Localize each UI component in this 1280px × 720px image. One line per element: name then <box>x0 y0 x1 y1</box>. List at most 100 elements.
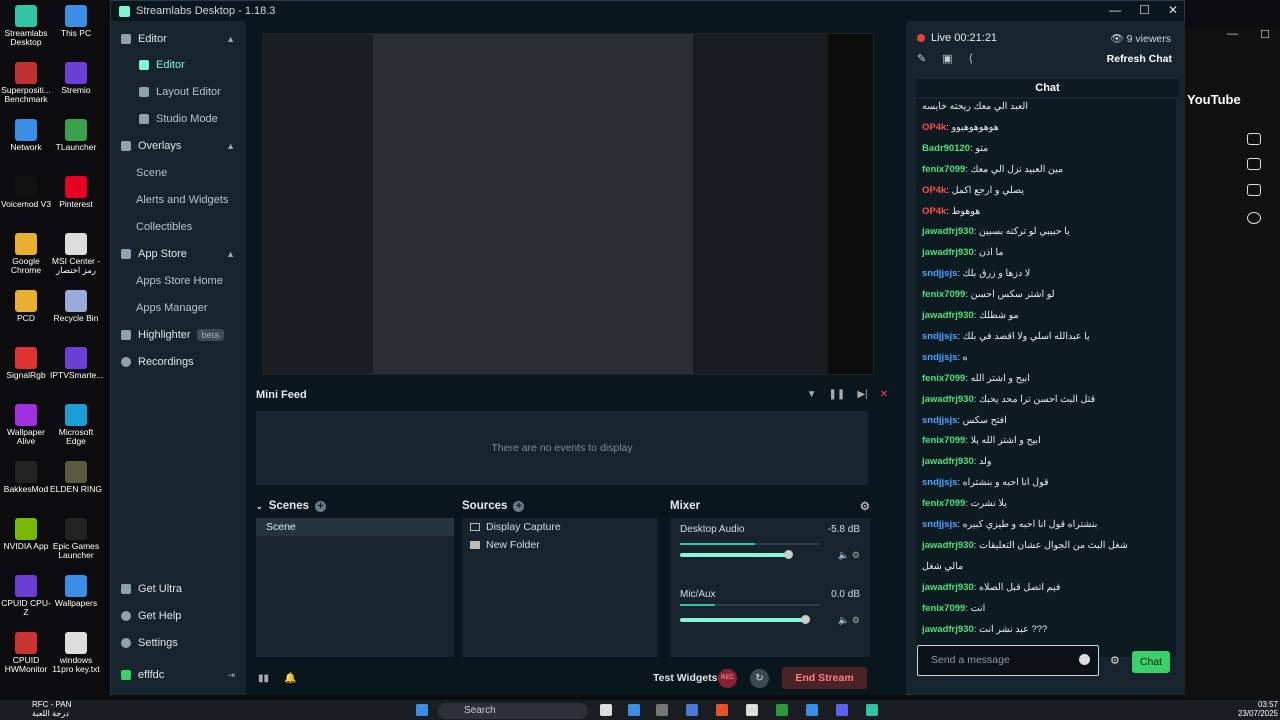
desktop-icon[interactable]: Microsoft Edge <box>50 404 102 446</box>
edge-icon[interactable] <box>628 704 640 716</box>
chat-username[interactable]: jawadfrj930 <box>922 456 974 467</box>
mute-alerts-icon[interactable]: ✕ <box>880 389 888 400</box>
desktop-icon[interactable]: Epic Games Launcher <box>50 518 102 560</box>
chat-username[interactable]: sndjjsjs <box>922 477 957 488</box>
skip-icon[interactable]: ▶| <box>857 389 867 400</box>
desktop-icon[interactable]: ELDEN RING <box>50 461 102 494</box>
share-icon[interactable]: ⟨ <box>969 52 973 65</box>
shield-icon[interactable] <box>686 704 698 716</box>
home-icon[interactable] <box>1247 133 1261 145</box>
chat-username[interactable]: OP4k <box>922 185 946 196</box>
scene-item[interactable]: Scene <box>256 518 454 536</box>
youtube-logo[interactable]: YouTube <box>1187 92 1241 107</box>
nav-highlighter[interactable]: Highlighter beta <box>111 322 244 348</box>
desktop-icon[interactable]: Pinterest <box>50 176 102 209</box>
chat-username[interactable]: Badr90120 <box>922 143 970 154</box>
desktop-icon[interactable]: Stremio <box>50 62 102 95</box>
chat-username[interactable]: fenix7099 <box>922 603 965 614</box>
nav-apps-manager[interactable]: Apps Manager <box>111 295 244 321</box>
close-button[interactable]: ✕ <box>1168 3 1178 17</box>
chat-username[interactable]: jawadfrj930 <box>922 247 974 258</box>
nav-appstore-group[interactable]: App Store ▲ <box>111 241 244 267</box>
desktop-icon[interactable]: TLauncher <box>50 119 102 152</box>
desktop-icon[interactable]: NVIDIA App <box>0 518 52 551</box>
chat-username[interactable]: fenix7099 <box>922 289 965 300</box>
desktop-icon[interactable]: Superpositi... Benchmark <box>0 62 52 104</box>
add-source-button[interactable]: + <box>513 500 525 512</box>
test-widgets-button[interactable]: Test Widgets <box>653 672 717 684</box>
desktop-icon[interactable]: Google Chrome <box>0 233 52 275</box>
add-scene-button[interactable]: + <box>314 500 326 512</box>
chat-username[interactable]: fenix7099 <box>922 373 965 384</box>
desktop-icon[interactable]: PCD <box>0 290 52 323</box>
end-stream-button[interactable]: End Stream <box>782 667 867 689</box>
nav-editor[interactable]: Editor <box>111 52 244 78</box>
desktop-icon[interactable]: IPTVSmarte... <box>50 347 103 380</box>
speaker-icon[interactable]: 🔈 ⚙ <box>838 615 860 626</box>
minimize-button[interactable]: — <box>1109 3 1121 17</box>
stream-preview[interactable] <box>262 33 874 375</box>
nav-scene[interactable]: Scene <box>111 160 244 186</box>
source-item[interactable]: New Folder <box>462 536 658 554</box>
xbox-icon[interactable] <box>776 704 788 716</box>
desktop-icon[interactable]: CPUID CPU-Z <box>0 575 52 617</box>
chat-username[interactable]: fenix7099 <box>922 164 965 175</box>
chat-username[interactable]: sndjjsjs <box>922 415 957 426</box>
subscriptions-icon[interactable] <box>1247 184 1261 196</box>
maximize-button[interactable]: ☐ <box>1139 3 1150 17</box>
nav-editor-group[interactable]: Editor ▲ <box>111 26 244 52</box>
chat-username[interactable]: jawadfrj930 <box>922 582 974 593</box>
speaker-icon[interactable]: 🔈 ⚙ <box>838 550 860 561</box>
logout-icon[interactable]: ⇥ <box>227 670 235 681</box>
nav-collectibles[interactable]: Collectibles <box>111 214 244 240</box>
clock[interactable]: 03:57 23/07/2025 <box>1238 700 1278 718</box>
explorer-icon[interactable] <box>746 704 758 716</box>
desktop-icon[interactable]: Streamlabs Desktop <box>0 5 52 47</box>
nav-recordings[interactable]: Recordings <box>111 349 244 375</box>
chat-username[interactable]: jawadfrj930 <box>922 540 974 551</box>
chat-username[interactable]: OP4k <box>922 122 946 133</box>
chat-username[interactable]: jawadfrj930 <box>922 226 974 237</box>
nav-user[interactable]: eflfdc ⇥ <box>111 662 244 688</box>
chat-username[interactable]: fenix7099 <box>922 435 965 446</box>
chat-username[interactable]: jawadfrj930 <box>922 394 974 405</box>
start-icon[interactable] <box>416 704 428 716</box>
volume-knob[interactable] <box>801 615 810 624</box>
send-chat-button[interactable]: Chat <box>1132 651 1170 673</box>
desktop-icon[interactable]: Wallpaper Alive <box>0 404 52 446</box>
edit-icon[interactable]: ✎ <box>917 52 926 65</box>
gear-icon[interactable]: ⚙ <box>860 499 870 513</box>
chat-username[interactable]: sndjjsjs <box>922 519 957 530</box>
nav-get-help[interactable]: Get Help <box>111 603 244 629</box>
taskbar-weather[interactable]: RFC - PAN درجة اللعبة <box>32 700 71 718</box>
performance-icon[interactable]: ▮▮ <box>258 673 269 684</box>
filter-icon[interactable]: ▼ <box>807 389 817 400</box>
browser-minimize-button[interactable]: — <box>1227 28 1238 50</box>
nav-get-ultra[interactable]: Get Ultra <box>111 576 244 602</box>
nav-overlays-group[interactable]: Overlays ▲ <box>111 133 244 159</box>
desktop-icon[interactable]: windows 11pro key.txt <box>50 632 102 674</box>
nav-apps-store-home[interactable]: Apps Store Home <box>111 268 244 294</box>
pause-icon[interactable]: ❚❚ <box>829 389 846 400</box>
gear-icon[interactable]: ⚙ <box>1110 654 1120 667</box>
nav-alerts-widgets[interactable]: Alerts and Widgets <box>111 187 244 213</box>
emoji-icon[interactable] <box>1079 654 1090 665</box>
nav-studio-mode[interactable]: Studio Mode <box>111 106 244 132</box>
chat-username[interactable]: jawadfrj930 <box>922 624 974 635</box>
brave-icon[interactable] <box>716 704 728 716</box>
shorts-icon[interactable] <box>1247 158 1261 170</box>
replay-buffer-icon[interactable]: ↻ <box>750 668 769 688</box>
store-icon[interactable] <box>806 704 818 716</box>
record-button[interactable]: REC <box>718 668 737 688</box>
task-view-icon[interactable] <box>600 704 612 716</box>
desktop-icon[interactable]: Voicemod V3 <box>0 176 52 209</box>
desktop-icon[interactable]: MSI Center - رمز اختصار <box>50 233 102 275</box>
msi-icon[interactable] <box>656 704 668 716</box>
refresh-chat-button[interactable]: Refresh Chat <box>1107 53 1172 65</box>
chat-input[interactable]: Send a message <box>917 645 1099 676</box>
source-item[interactable]: Display Capture <box>462 518 658 536</box>
profile-icon[interactable] <box>1247 212 1261 224</box>
chat-username[interactable]: OP4k <box>922 206 946 217</box>
nav-settings[interactable]: Settings <box>111 630 244 656</box>
collapse-icon[interactable]: ⌄ <box>256 502 263 511</box>
